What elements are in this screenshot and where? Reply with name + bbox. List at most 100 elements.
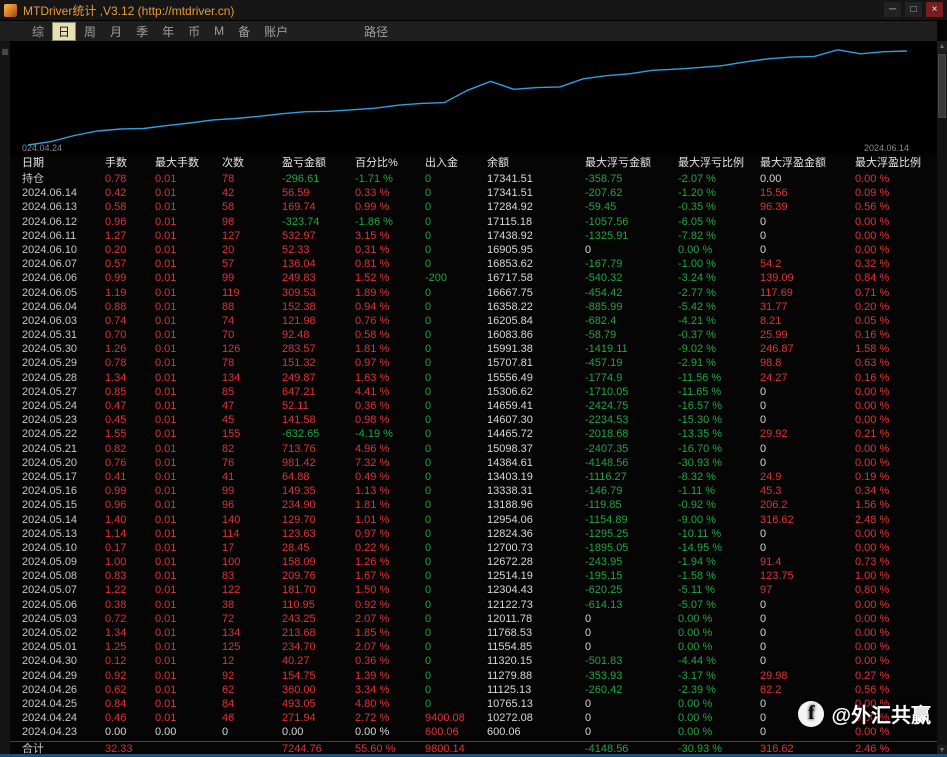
table-row[interactable]: 2024.05.270.850.0185647.214.41 %015306.6…	[10, 385, 937, 399]
table-cell: -454.42	[585, 286, 678, 300]
menu-item[interactable]: 币	[182, 22, 206, 41]
table-cell: 981.42	[282, 456, 355, 470]
table-row[interactable]: 2024.05.160.990.0199149.351.13 %013338.3…	[10, 484, 937, 498]
table-cell: -2.39 %	[678, 683, 760, 697]
table-row[interactable]: 2024.05.011.250.01125234.702.07 %011554.…	[10, 640, 937, 654]
table-cell: 15991.38	[487, 342, 585, 356]
table-row[interactable]: 2024.06.040.880.0188152.380.94 %016358.2…	[10, 300, 937, 314]
table-row[interactable]: 2024.05.200.760.0176981.427.32 %014384.6…	[10, 456, 937, 470]
table-cell: -5.07 %	[678, 598, 760, 612]
table-cell: 40.27	[282, 654, 355, 668]
scrollbar-thumb[interactable]	[938, 54, 946, 118]
table-cell: 4.80 %	[355, 697, 425, 711]
table-row[interactable]: 2024.05.240.470.014752.110.36 %014659.41…	[10, 399, 937, 413]
menu-item[interactable]: 综	[26, 22, 50, 41]
table-cell: 0.47	[105, 399, 155, 413]
table-row[interactable]: 2024.05.230.450.0145141.580.98 %014607.3…	[10, 413, 937, 427]
left-toolbar-icon[interactable]: ▦	[0, 47, 10, 56]
table-row[interactable]: 2024.05.141.400.01140129.701.01 %012954.…	[10, 513, 937, 527]
table-row[interactable]: 2024.05.131.140.01114123.630.97 %012824.…	[10, 527, 937, 541]
table-row[interactable]: 2024.06.030.740.0174121.980.76 %016205.8…	[10, 314, 937, 328]
menu-item[interactable]: 账户	[258, 22, 294, 41]
table-row[interactable]: 2024.05.170.410.014164.880.49 %013403.19…	[10, 470, 937, 484]
table-cell: 0.21 %	[855, 427, 937, 441]
table-cell: 0	[760, 399, 855, 413]
table-cell: 0.72	[105, 612, 155, 626]
table-cell: 2024.05.27	[22, 385, 105, 399]
table-row[interactable]: 持仓0.780.0178-296.61-1.71 %017341.51-358.…	[10, 172, 937, 186]
menu-item[interactable]: M	[208, 23, 230, 39]
minimize-button[interactable]: ─	[884, 2, 901, 17]
table-row[interactable]: 2024.05.030.720.0172243.252.07 %012011.7…	[10, 612, 937, 626]
table-row[interactable]: 2024.05.071.220.01122181.701.50 %012304.…	[10, 583, 937, 597]
table-cell: -353.93	[585, 669, 678, 683]
table-cell: 7.32 %	[355, 456, 425, 470]
table-cell: 0	[760, 243, 855, 257]
table-cell: 0	[425, 314, 487, 328]
table-row[interactable]: 2024.05.310.700.017092.480.58 %016083.86…	[10, 328, 937, 342]
table-cell: 1.56 %	[855, 498, 937, 512]
table-row[interactable]: 2024.06.070.570.0157136.040.81 %016853.6…	[10, 257, 937, 271]
table-cell: 493.05	[282, 697, 355, 711]
table-row[interactable]: 2024.05.080.830.0183209.761.67 %012514.1…	[10, 569, 937, 583]
vertical-scrollbar[interactable]: ▲ ▼	[937, 41, 947, 757]
table-row[interactable]: 2024.05.221.550.01155-632.65-4.19 %01446…	[10, 427, 937, 441]
table-cell: 0	[425, 385, 487, 399]
table-cell: -30.93 %	[678, 456, 760, 470]
menu-item[interactable]: 日	[52, 22, 76, 41]
table-cell: 14659.41	[487, 399, 585, 413]
table-cell: -0.35 %	[678, 200, 760, 214]
table-cell: 11768.53	[487, 626, 585, 640]
table-row[interactable]: 2024.05.021.340.01134213.681.85 %011768.…	[10, 626, 937, 640]
table-cell: 0.00 %	[855, 598, 937, 612]
menu-item[interactable]: 备	[232, 22, 256, 41]
table-row[interactable]: 2024.06.140.420.014256.590.33 %017341.51…	[10, 186, 937, 200]
table-cell: 0.01	[155, 484, 222, 498]
table-cell: 0.00 %	[855, 541, 937, 555]
table-row[interactable]: 2024.06.130.580.0158169.740.99 %017284.9…	[10, 200, 937, 214]
menu-item[interactable]: 季	[130, 22, 154, 41]
table-row[interactable]: 2024.06.060.990.0199249.831.52 %-2001671…	[10, 271, 937, 285]
table-row[interactable]: 2024.06.120.960.0196-323.74-1.86 %017115…	[10, 215, 937, 229]
table-cell: 0	[585, 243, 678, 257]
table-cell: 134	[222, 371, 282, 385]
table-cell: 0.83	[105, 569, 155, 583]
table-cell: 11125.13	[487, 683, 585, 697]
table-cell: -620.25	[585, 583, 678, 597]
table-cell: 38	[222, 598, 282, 612]
table-row[interactable]: 2024.06.100.200.012052.330.31 %016905.95…	[10, 243, 937, 257]
table-cell: 12011.78	[487, 612, 585, 626]
table-row[interactable]: 2024.05.290.780.0178151.320.97 %015707.8…	[10, 356, 937, 370]
table-row[interactable]: 2024.06.051.190.01119309.531.89 %016667.…	[10, 286, 937, 300]
menu-item[interactable]: 周	[78, 22, 102, 41]
column-header: 最大浮亏金额	[585, 155, 678, 172]
menu-item[interactable]: 年	[156, 22, 180, 41]
table-row[interactable]: 2024.06.111.270.01127532.973.15 %017438.…	[10, 229, 937, 243]
table-cell: 16083.86	[487, 328, 585, 342]
table-cell: 83	[222, 569, 282, 583]
table-cell: 0	[425, 527, 487, 541]
table-row[interactable]: 2024.05.060.380.0138110.950.92 %012122.7…	[10, 598, 937, 612]
table-row[interactable]: 2024.05.281.340.01134249.871.63 %015556.…	[10, 371, 937, 385]
table-cell: 0.16 %	[855, 371, 937, 385]
table-cell: 234.90	[282, 498, 355, 512]
menu-item-path[interactable]: 路径	[358, 22, 394, 41]
table-row[interactable]: 2024.05.210.820.0182713.764.96 %015098.3…	[10, 442, 937, 456]
table-cell: -323.74	[282, 215, 355, 229]
table-row[interactable]: 2024.05.301.260.01126283.571.81 %015991.…	[10, 342, 937, 356]
close-button[interactable]: ×	[926, 2, 943, 17]
table-cell: 0	[760, 442, 855, 456]
scroll-up-icon[interactable]: ▲	[937, 41, 947, 53]
table-row[interactable]: 2024.05.091.000.01100158.091.26 %012672.…	[10, 555, 937, 569]
table-cell: 2.07 %	[355, 640, 425, 654]
menu-item[interactable]: 月	[104, 22, 128, 41]
table-row[interactable]: 2024.05.100.170.011728.450.22 %012700.73…	[10, 541, 937, 555]
table-row[interactable]: 2024.05.150.960.0196234.901.81 %013188.9…	[10, 498, 937, 512]
table-row[interactable]: 2024.04.300.120.011240.270.36 %011320.15…	[10, 654, 937, 668]
maximize-button[interactable]: □	[905, 2, 922, 17]
table-row[interactable]: 2024.04.260.620.0162360.003.34 %011125.1…	[10, 683, 937, 697]
table-cell: -9.00 %	[678, 513, 760, 527]
table-cell: -1.94 %	[678, 555, 760, 569]
table-row[interactable]: 2024.04.290.920.0192154.751.39 %011279.8…	[10, 669, 937, 683]
table-cell: 74	[222, 314, 282, 328]
